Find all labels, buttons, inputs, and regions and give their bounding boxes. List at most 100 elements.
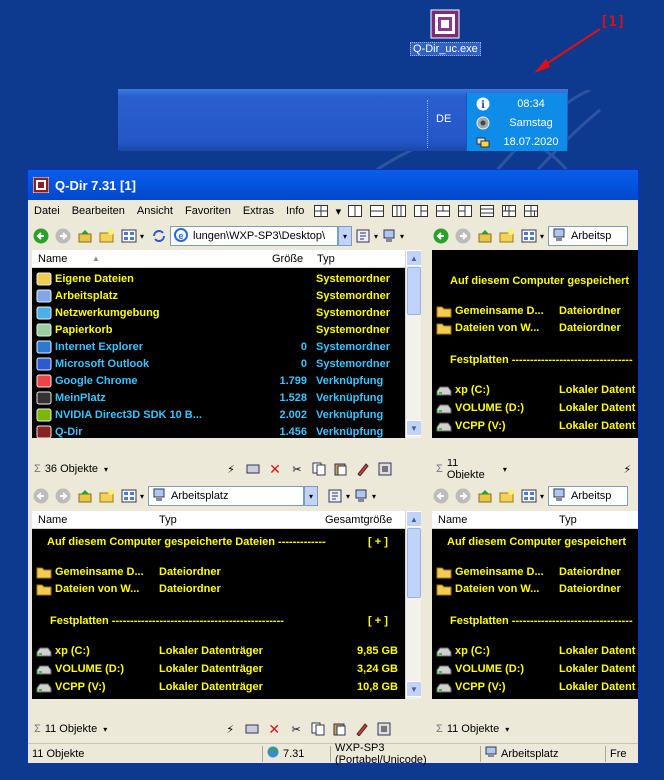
list-item[interactable]: VOLUME (D:) Lokaler Datent — [436, 399, 638, 416]
scroll-down-icon[interactable]: ▼ — [406, 420, 421, 436]
group-toggle-bl[interactable]: [ + ] — [368, 533, 388, 550]
favorites-dropdown-icon[interactable]: ▾ — [346, 492, 350, 501]
paste-icon[interactable] — [331, 720, 349, 738]
language-indicator[interactable]: DE — [436, 113, 451, 125]
view-icon[interactable] — [520, 227, 538, 245]
col-name[interactable]: Name — [38, 253, 67, 265]
list-item[interactable]: Dateien von W... Dateiordner — [436, 319, 638, 336]
list-item[interactable]: Internet Explorer 0 Systemordner — [36, 338, 402, 355]
network-drive-icon[interactable] — [244, 460, 262, 478]
address-bar-bl[interactable]: Arbeitsplatz — [148, 486, 305, 506]
up-folder-icon[interactable] — [76, 487, 94, 505]
group-header-br[interactable]: Auf diesem Computer gespeichert — [447, 533, 626, 550]
cut-icon[interactable]: ✂ — [288, 460, 306, 478]
col-name[interactable]: Name — [38, 514, 67, 526]
menu-bearbeiten[interactable]: Bearbeiten — [66, 205, 131, 217]
drives-header-br[interactable]: Festplatten ----------------------------… — [450, 612, 633, 629]
delete-icon[interactable]: ✕ — [266, 460, 284, 478]
col-total-size[interactable]: Gesamtgröße — [325, 514, 392, 526]
scroll-thumb[interactable] — [407, 267, 421, 315]
drive-menu-icon[interactable] — [380, 227, 398, 245]
layout8-icon[interactable] — [478, 202, 496, 220]
list-item[interactable]: VOLUME (D:) Lokaler Datent — [436, 660, 638, 677]
back-icon[interactable] — [32, 487, 50, 505]
layout6-icon[interactable] — [434, 202, 452, 220]
list-item[interactable]: Dateien von W... Dateiordner — [436, 580, 638, 597]
list-item[interactable]: Gemeinsame D... Dateiordner — [436, 302, 638, 319]
forward-icon[interactable] — [454, 227, 472, 245]
col-type[interactable]: Typ — [317, 253, 335, 265]
address-bar-br[interactable]: Arbeitsp — [548, 486, 629, 506]
list-item[interactable]: Dateien von W... Dateiordner — [36, 580, 402, 597]
back-icon[interactable] — [32, 227, 50, 245]
address-dropdown-icon[interactable]: ▾ — [338, 226, 353, 246]
desktop-icon-label[interactable]: Q-Dir_uc.exe — [410, 42, 481, 56]
view-icon[interactable] — [520, 487, 538, 505]
list-item[interactable]: Arbeitsplatz Systemordner — [36, 287, 402, 304]
pane-bl[interactable]: Name Typ Gesamtgröße Auf diesem Computer… — [32, 511, 421, 699]
address-text-br[interactable]: Arbeitsp — [571, 490, 611, 502]
lightning-icon[interactable]: ⚡ — [222, 460, 240, 478]
view-icon[interactable] — [120, 487, 138, 505]
address-text-tl[interactable]: lungen\WXP-SP3\Desktop\ — [193, 230, 325, 242]
status-dropdown-icon[interactable]: ▾ — [503, 465, 507, 474]
info-icon[interactable]: i — [475, 96, 491, 112]
scroll-up-icon[interactable]: ▲ — [406, 250, 421, 266]
forward-icon[interactable] — [454, 487, 472, 505]
view-dropdown-icon[interactable]: ▾ — [540, 232, 544, 241]
new-folder-icon[interactable] — [98, 487, 116, 505]
list-item[interactable]: Q-Dir 1.456 Verknüpfung — [36, 423, 402, 438]
pane-tr[interactable]: Auf diesem Computer gespeichert Gemeinsa… — [432, 250, 638, 438]
address-dropdown-icon[interactable]: ▾ — [304, 486, 319, 506]
copy-icon[interactable] — [310, 460, 328, 478]
up-folder-icon[interactable] — [76, 227, 94, 245]
up-folder-icon[interactable] — [476, 487, 494, 505]
drive-dropdown-icon[interactable]: ▾ — [372, 492, 376, 501]
list-item[interactable]: Gemeinsame D... Dateiordner — [36, 563, 402, 580]
status-dropdown-icon[interactable]: ▾ — [104, 465, 108, 474]
menu-favoriten[interactable]: Favoriten — [179, 205, 237, 217]
paste-icon[interactable] — [332, 460, 350, 478]
scrollbar-bl[interactable]: ▲ ▼ — [405, 511, 421, 699]
list-item[interactable]: VCPP (V:) Lokaler Datenträger 10,8 GB — [36, 678, 402, 695]
drive-dropdown-icon[interactable]: ▾ — [400, 232, 404, 241]
layout3-icon[interactable] — [368, 202, 386, 220]
address-bar-tl[interactable]: e lungen\WXP-SP3\Desktop\ — [170, 226, 339, 246]
menu-datei[interactable]: Datei — [28, 205, 66, 217]
list-item[interactable]: VOLUME (D:) Lokaler Datenträger 3,24 GB — [36, 660, 402, 677]
list-item[interactable]: xp (C:) Lokaler Datent — [436, 381, 638, 398]
scrollbar-tl[interactable]: ▲ ▼ — [405, 250, 421, 438]
list-item[interactable]: xp (C:) Lokaler Datent — [436, 642, 638, 659]
tray-day[interactable]: Samstag — [495, 117, 567, 129]
app-icon[interactable] — [32, 176, 50, 194]
address-text-bl[interactable]: Arbeitsplatz — [171, 490, 228, 502]
copy-icon[interactable] — [309, 720, 327, 738]
favorites-dropdown-icon[interactable]: ▾ — [374, 232, 378, 241]
address-bar-tr[interactable]: Arbeitsp — [548, 226, 629, 246]
list-item[interactable]: NVIDIA Direct3D SDK 10 B... 2.002 Verknüpf… — [36, 406, 402, 423]
pane-br[interactable]: Name Typ Auf diesem Computer gespeichert… — [432, 511, 638, 699]
list-item[interactable]: xp (C:) Lokaler Datenträger 9,85 GB — [36, 642, 402, 659]
drives-header-bl[interactable]: Festplatten ----------------------------… — [50, 612, 284, 629]
properties-icon[interactable] — [376, 460, 394, 478]
rename-icon[interactable] — [354, 460, 372, 478]
list-item[interactable]: Netzwerkumgebung Systemordner — [36, 304, 402, 321]
col-name[interactable]: Name — [438, 514, 467, 526]
lightning-icon[interactable]: ⚡ — [221, 720, 239, 738]
forward-icon[interactable] — [54, 227, 72, 245]
list-item[interactable]: Papierkorb Systemordner — [36, 321, 402, 338]
list-item[interactable]: Gemeinsame D... Dateiordner — [436, 563, 638, 580]
dropdown-icon[interactable]: ▾ — [334, 202, 342, 220]
view-icon[interactable] — [120, 227, 138, 245]
col-type[interactable]: Typ — [159, 514, 177, 526]
view-dropdown-icon[interactable]: ▾ — [140, 492, 144, 501]
view-dropdown-icon[interactable]: ▾ — [140, 232, 144, 241]
col-type[interactable]: Typ — [559, 514, 577, 526]
list-item[interactable]: Microsoft Outlook 0 Systemordner — [36, 355, 402, 372]
back-icon[interactable] — [432, 227, 450, 245]
forward-icon[interactable] — [54, 487, 72, 505]
layout2-icon[interactable] — [346, 202, 364, 220]
tray-date[interactable]: 18.07.2020 — [495, 136, 567, 148]
address-text-tr[interactable]: Arbeitsp — [571, 230, 611, 242]
scroll-down-icon[interactable]: ▼ — [406, 681, 421, 697]
